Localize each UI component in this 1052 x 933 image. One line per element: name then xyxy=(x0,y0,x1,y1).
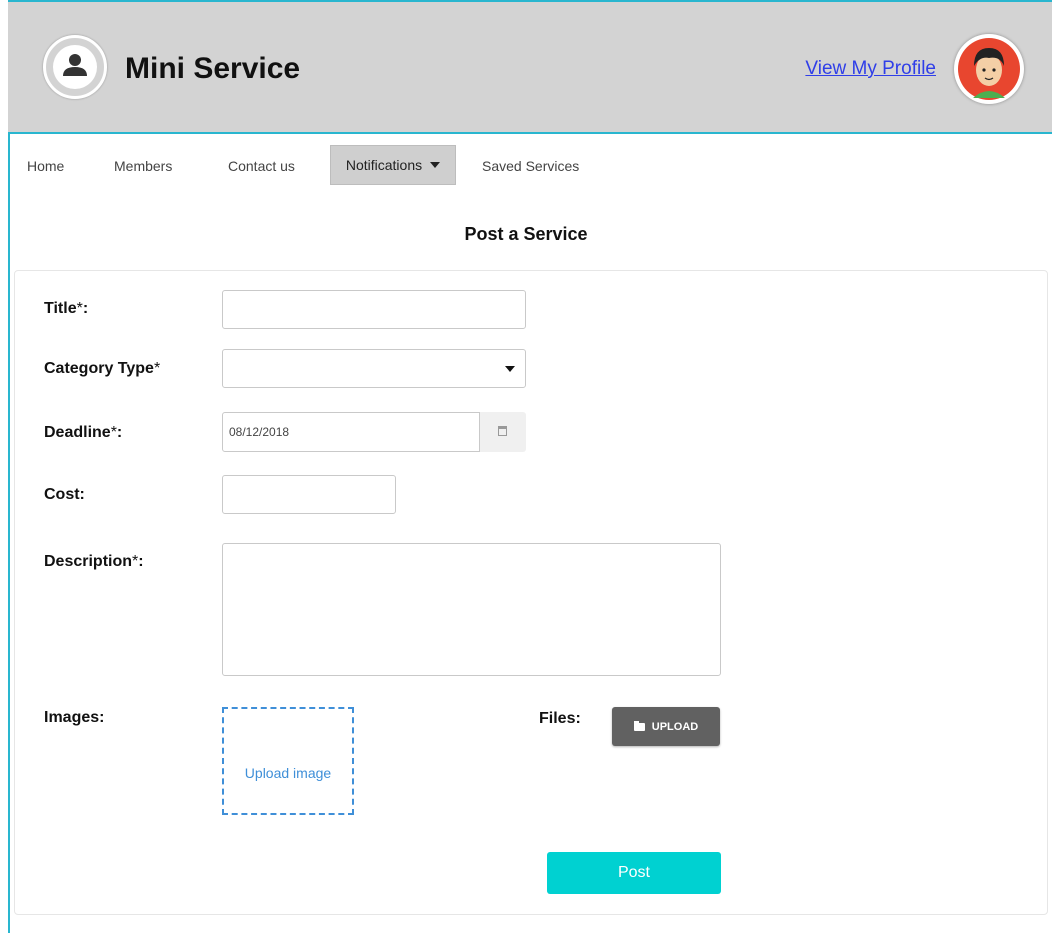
folder-icon xyxy=(633,720,645,731)
nav-home[interactable]: Home xyxy=(27,158,64,174)
title-input[interactable] xyxy=(222,290,526,329)
post-button-label: Post xyxy=(617,864,650,881)
cost-label: Cost: xyxy=(44,486,85,503)
nav-notifications-label: Notifications xyxy=(345,157,423,173)
nav-saved-services[interactable]: Saved Services xyxy=(482,158,579,174)
avatar-icon[interactable] xyxy=(954,34,1024,104)
calendar-icon xyxy=(498,426,507,436)
caret-down-icon xyxy=(505,366,515,372)
date-picker-button[interactable] xyxy=(480,412,526,452)
user-icon xyxy=(43,35,107,99)
nav-members[interactable]: Members xyxy=(114,158,172,174)
category-type-select[interactable] xyxy=(222,349,526,388)
caret-down-icon xyxy=(430,162,441,168)
deadline-value: 08/12/2018 xyxy=(229,425,290,439)
category-type-label: Category Type* xyxy=(44,360,161,377)
post-button[interactable]: Post xyxy=(547,852,721,894)
page-title: Post a Service xyxy=(464,224,588,244)
upload-image-text: Upload image xyxy=(244,765,332,781)
deadline-label: Deadline*: xyxy=(44,424,123,441)
deadline-input[interactable]: 08/12/2018 xyxy=(222,412,480,452)
description-textarea[interactable] xyxy=(222,543,721,676)
view-profile-link[interactable]: View My Profile xyxy=(805,58,936,80)
images-label: Images: xyxy=(44,709,105,726)
upload-button-label: UPLOAD xyxy=(651,720,699,733)
nav-contact-us[interactable]: Contact us xyxy=(228,158,295,174)
nav-notifications-dropdown[interactable]: Notifications xyxy=(330,145,456,185)
title-label: Title*: xyxy=(44,300,89,317)
files-label: Files: xyxy=(539,710,581,727)
app-header: Mini Service View My Profile xyxy=(8,0,1052,134)
main-nav: Home Members Contact us Notifications Sa… xyxy=(10,134,1052,190)
cost-input[interactable] xyxy=(222,475,396,514)
upload-image-dropzone[interactable]: Upload image xyxy=(222,707,354,815)
description-label: Description*: xyxy=(44,553,144,570)
upload-files-button[interactable]: UPLOAD xyxy=(612,707,720,746)
app-title: Mini Service xyxy=(125,52,301,85)
